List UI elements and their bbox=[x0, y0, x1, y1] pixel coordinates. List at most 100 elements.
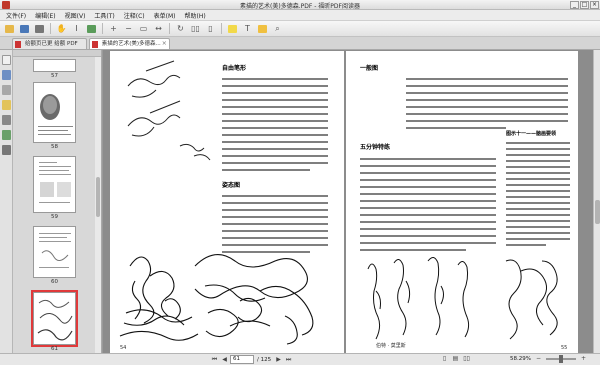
thumbnail-panel-header bbox=[13, 50, 101, 57]
zoom-out-icon[interactable]: − bbox=[122, 22, 135, 35]
document-tab-bar: 给额页已更 给额 PDF 素描的艺术(美)多德森... × bbox=[0, 37, 600, 50]
zoom-in-button[interactable]: + bbox=[579, 355, 588, 363]
menu-edit[interactable]: 编辑(E) bbox=[35, 11, 55, 20]
print-icon[interactable] bbox=[33, 22, 46, 35]
page-number-input[interactable]: 61 bbox=[230, 355, 254, 364]
fit-page-icon[interactable]: ▭ bbox=[137, 22, 150, 35]
zoom-out-button[interactable]: − bbox=[534, 355, 543, 363]
thumbnail-scrollbar[interactable] bbox=[95, 57, 101, 353]
zoom-slider[interactable] bbox=[545, 355, 576, 363]
menu-form[interactable]: 表单(M) bbox=[154, 11, 176, 20]
rotate-icon[interactable]: ↻ bbox=[174, 22, 187, 35]
title-bar: 素描的艺术(美)多德森.PDF - 福昕PDF阅读器 _ □ × bbox=[0, 0, 600, 10]
tab-label: 素描的艺术(美)多德森... bbox=[101, 41, 161, 47]
highlight-icon[interactable] bbox=[226, 22, 239, 35]
toolbar: ✋ I + − ▭ ↔ ↻ ▯▯ ▯ T ⌕ bbox=[0, 21, 600, 37]
previous-page-button[interactable]: ◀ bbox=[220, 356, 229, 364]
tab-label: 给额页已更 给额 PDF bbox=[25, 41, 78, 47]
thumbnail-61-content bbox=[37, 299, 73, 341]
save-icon[interactable] bbox=[18, 22, 31, 35]
snapshot-icon[interactable] bbox=[85, 22, 98, 35]
thumbnail-page-number: 57 bbox=[51, 73, 58, 79]
body-text-block bbox=[360, 158, 496, 251]
page-55-content: 一般图 五分钟特练 图示十一——脑画要领 伯特 · 莫里斯 55 bbox=[360, 64, 570, 351]
document-scrollbar-thumb[interactable] bbox=[595, 200, 600, 224]
thumbnail-60-content bbox=[39, 233, 71, 268]
next-page-button[interactable]: ▶ bbox=[274, 356, 283, 364]
menu-tools[interactable]: 工具(T) bbox=[94, 11, 114, 20]
page-54: 自由笔形 姿态图 54 bbox=[110, 51, 344, 353]
thumbnail-59-content bbox=[39, 162, 71, 203]
two-page-icon[interactable]: ▯▯ bbox=[189, 22, 202, 35]
menu-help[interactable]: 帮助(H) bbox=[185, 11, 206, 20]
menu-view[interactable]: 视图(V) bbox=[65, 11, 86, 20]
single-page-view-icon[interactable]: ▯ bbox=[440, 355, 449, 363]
page-thumbnail-57[interactable] bbox=[33, 59, 76, 72]
signature-icon[interactable] bbox=[2, 145, 11, 155]
first-page-button[interactable]: ⏮ bbox=[210, 356, 219, 364]
zoom-in-icon[interactable]: + bbox=[107, 22, 120, 35]
sidebar-text-block bbox=[506, 142, 570, 246]
open-icon[interactable] bbox=[3, 22, 16, 35]
page-thumbnail-58[interactable] bbox=[33, 82, 76, 143]
page-number-left: 54 bbox=[120, 345, 126, 351]
section-heading-freehand: 自由笔形 bbox=[222, 64, 246, 72]
document-viewer[interactable]: 自由笔形 姿态图 54 一般图 五分钟特练 图示十一——脑画要领 伯特 · 莫里… bbox=[103, 50, 593, 353]
page-55: 一般图 五分钟特练 图示十一——脑画要领 伯特 · 莫里斯 55 bbox=[346, 51, 578, 353]
gesture-figure-drawings bbox=[119, 254, 314, 345]
facing-view-icon[interactable]: ▯▯ bbox=[462, 355, 471, 363]
menu-bar: 文件(F) 编辑(E) 视图(V) 工具(T) 注释(C) 表单(M) 帮助(H… bbox=[0, 10, 600, 21]
navigation-rail bbox=[0, 50, 13, 353]
thumbnail-scrollbar-thumb[interactable] bbox=[96, 177, 100, 217]
thumbnail-page-number: 58 bbox=[51, 144, 58, 150]
note-icon[interactable] bbox=[256, 22, 269, 35]
body-text-block bbox=[222, 78, 328, 171]
hand-sketch-illustration bbox=[127, 60, 211, 161]
body-text-block bbox=[406, 78, 568, 129]
section-heading-gesture: 姿态图 bbox=[222, 181, 240, 189]
toolbar-separator bbox=[221, 23, 222, 34]
security-icon[interactable] bbox=[2, 130, 11, 140]
page-thumbnail-59[interactable] bbox=[33, 156, 76, 213]
minimize-button[interactable]: _ bbox=[570, 1, 579, 9]
status-bar: ⏮ ◀ 61 / 125 ▶ ⏭ ▯ ▤ ▯▯ 58.29% − + bbox=[0, 353, 600, 365]
sidebar-title: 图示十一——脑画要领 bbox=[506, 130, 556, 137]
figure-caption: 伯特 · 莫里斯 bbox=[376, 342, 406, 349]
fit-width-icon[interactable]: ↔ bbox=[152, 22, 165, 35]
toolbar-separator bbox=[169, 23, 170, 34]
zoom-level[interactable]: 58.29% bbox=[510, 356, 531, 362]
comments-icon[interactable] bbox=[2, 100, 11, 110]
page-thumbnail-60[interactable] bbox=[33, 226, 76, 278]
menu-file[interactable]: 文件(F) bbox=[6, 11, 26, 20]
thumbnail-58-content bbox=[38, 94, 73, 135]
layers-icon[interactable] bbox=[2, 85, 11, 95]
standing-figure-drawings bbox=[367, 257, 558, 340]
thumbnail-page-number: 61 bbox=[51, 346, 58, 352]
document-scrollbar[interactable] bbox=[593, 50, 600, 353]
page-thumbnails-panel: 57 58 59 60 61 bbox=[13, 50, 102, 353]
menu-comment[interactable]: 注释(C) bbox=[124, 11, 145, 20]
close-tab-icon[interactable]: × bbox=[162, 39, 167, 49]
attachments-icon[interactable] bbox=[2, 115, 11, 125]
tab-document-2[interactable]: 素描的艺术(美)多德森... × bbox=[88, 38, 170, 49]
tab-document-1[interactable]: 给额页已更 给额 PDF bbox=[12, 38, 87, 49]
thumbnail-page-number: 60 bbox=[51, 279, 58, 285]
window-title: 素描的艺术(美)多德森.PDF - 福昕PDF阅读器 bbox=[240, 3, 360, 10]
select-text-icon[interactable]: I bbox=[70, 22, 83, 35]
close-button[interactable]: × bbox=[590, 1, 599, 9]
body-text-block bbox=[222, 195, 328, 253]
continuous-view-icon[interactable]: ▤ bbox=[451, 355, 460, 363]
maximize-button[interactable]: □ bbox=[580, 1, 589, 9]
page-thumbnail-61[interactable] bbox=[31, 290, 78, 347]
typewriter-icon[interactable]: T bbox=[241, 22, 254, 35]
zoom-slider-handle[interactable] bbox=[558, 355, 563, 363]
bookmarks-icon[interactable] bbox=[2, 70, 11, 80]
single-page-icon[interactable]: ▯ bbox=[204, 22, 217, 35]
toolbar-separator bbox=[50, 23, 51, 34]
pages-panel-icon[interactable] bbox=[2, 55, 11, 65]
toolbar-separator bbox=[102, 23, 103, 34]
hand-tool-icon[interactable]: ✋ bbox=[55, 22, 68, 35]
page-number-right: 55 bbox=[561, 345, 567, 351]
search-icon[interactable]: ⌕ bbox=[271, 22, 284, 35]
last-page-button[interactable]: ⏭ bbox=[284, 356, 293, 364]
